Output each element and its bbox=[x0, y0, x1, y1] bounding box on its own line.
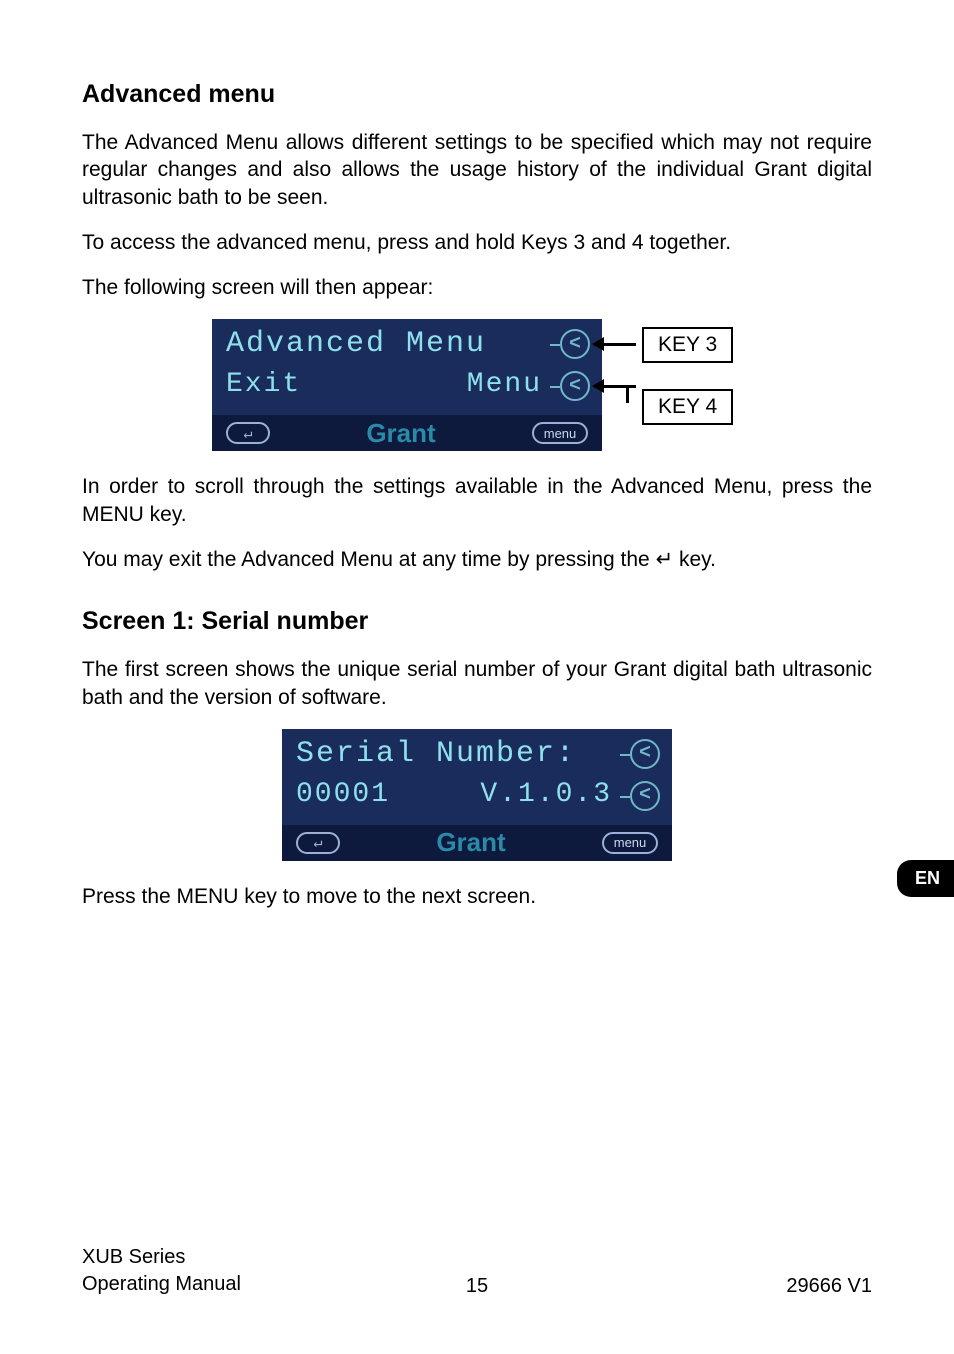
page-footer: XUB Series Operating Manual 15 29666 V1 bbox=[82, 1244, 872, 1298]
arrow-icon bbox=[594, 343, 636, 346]
footer-series: XUB Series bbox=[82, 1244, 241, 1271]
paragraph: The first screen shows the unique serial… bbox=[82, 656, 872, 711]
key-4-label: KEY 4 bbox=[642, 389, 733, 425]
brand-logo: Grant bbox=[340, 827, 602, 858]
menu-button-icon: menu bbox=[602, 832, 658, 854]
lcd-exit-label: Exit bbox=[226, 369, 301, 400]
menu-button-icon: menu bbox=[532, 422, 588, 444]
text: key. bbox=[673, 548, 716, 571]
enter-button-icon: ↵ bbox=[226, 422, 270, 444]
chevron-left-icon: < bbox=[569, 333, 581, 356]
return-icon: ↵ bbox=[243, 424, 252, 443]
heading-advanced-menu: Advanced menu bbox=[82, 80, 872, 109]
lcd-screen: Serial Number: 00001 V.1.0.3 < < ↵ Grant… bbox=[282, 729, 672, 861]
lcd-serial-value: 00001 bbox=[296, 779, 390, 810]
lcd-brand-bar: ↵ Grant menu bbox=[282, 825, 672, 861]
lcd-figure-2: Serial Number: 00001 V.1.0.3 < < ↵ Grant… bbox=[82, 729, 872, 861]
paragraph: You may exit the Advanced Menu at any ti… bbox=[82, 546, 872, 573]
paragraph: The following screen will then appear: bbox=[82, 274, 872, 301]
chevron-left-icon: < bbox=[569, 375, 581, 398]
paragraph: In order to scroll through the settings … bbox=[82, 473, 872, 528]
lcd-version-value: V.1.0.3 bbox=[480, 779, 612, 810]
key-3-icon: < bbox=[560, 329, 590, 359]
key-3-label: KEY 3 bbox=[642, 327, 733, 363]
paragraph: To access the advanced menu, press and h… bbox=[82, 229, 872, 256]
return-icon: ↵ bbox=[313, 833, 322, 852]
chevron-left-icon: < bbox=[639, 784, 651, 807]
lcd-line-1: Advanced Menu bbox=[226, 327, 542, 361]
brand-logo: Grant bbox=[270, 418, 532, 449]
lcd-line-1: Serial Number: bbox=[296, 737, 612, 771]
key-3-icon: < bbox=[630, 739, 660, 769]
language-tab: EN bbox=[897, 860, 954, 897]
key-4-icon: < bbox=[560, 371, 590, 401]
chevron-left-icon: < bbox=[639, 742, 651, 765]
enter-button-icon: ↵ bbox=[296, 832, 340, 854]
page-number: 15 bbox=[82, 1275, 872, 1298]
lcd-menu-label: Menu bbox=[467, 369, 542, 400]
return-icon: ↵ bbox=[656, 548, 674, 571]
paragraph: The Advanced Menu allows different setti… bbox=[82, 129, 872, 211]
lcd-figure-1: Advanced Menu Exit Menu < < ↵ Grant menu… bbox=[82, 319, 872, 451]
heading-screen-1: Screen 1: Serial number bbox=[82, 607, 872, 636]
text: You may exit the Advanced Menu at any ti… bbox=[82, 548, 656, 571]
arrow-icon bbox=[594, 385, 636, 388]
lcd-screen: Advanced Menu Exit Menu < < ↵ Grant menu bbox=[212, 319, 602, 451]
lcd-brand-bar: ↵ Grant menu bbox=[212, 415, 602, 451]
lcd-line-2: 00001 V.1.0.3 bbox=[296, 779, 612, 810]
key-4-icon: < bbox=[630, 781, 660, 811]
lcd-line-2: Exit Menu bbox=[226, 369, 542, 400]
key-callouts: KEY 3 KEY 4 bbox=[602, 319, 802, 451]
paragraph: Press the MENU key to move to the next s… bbox=[82, 883, 872, 910]
